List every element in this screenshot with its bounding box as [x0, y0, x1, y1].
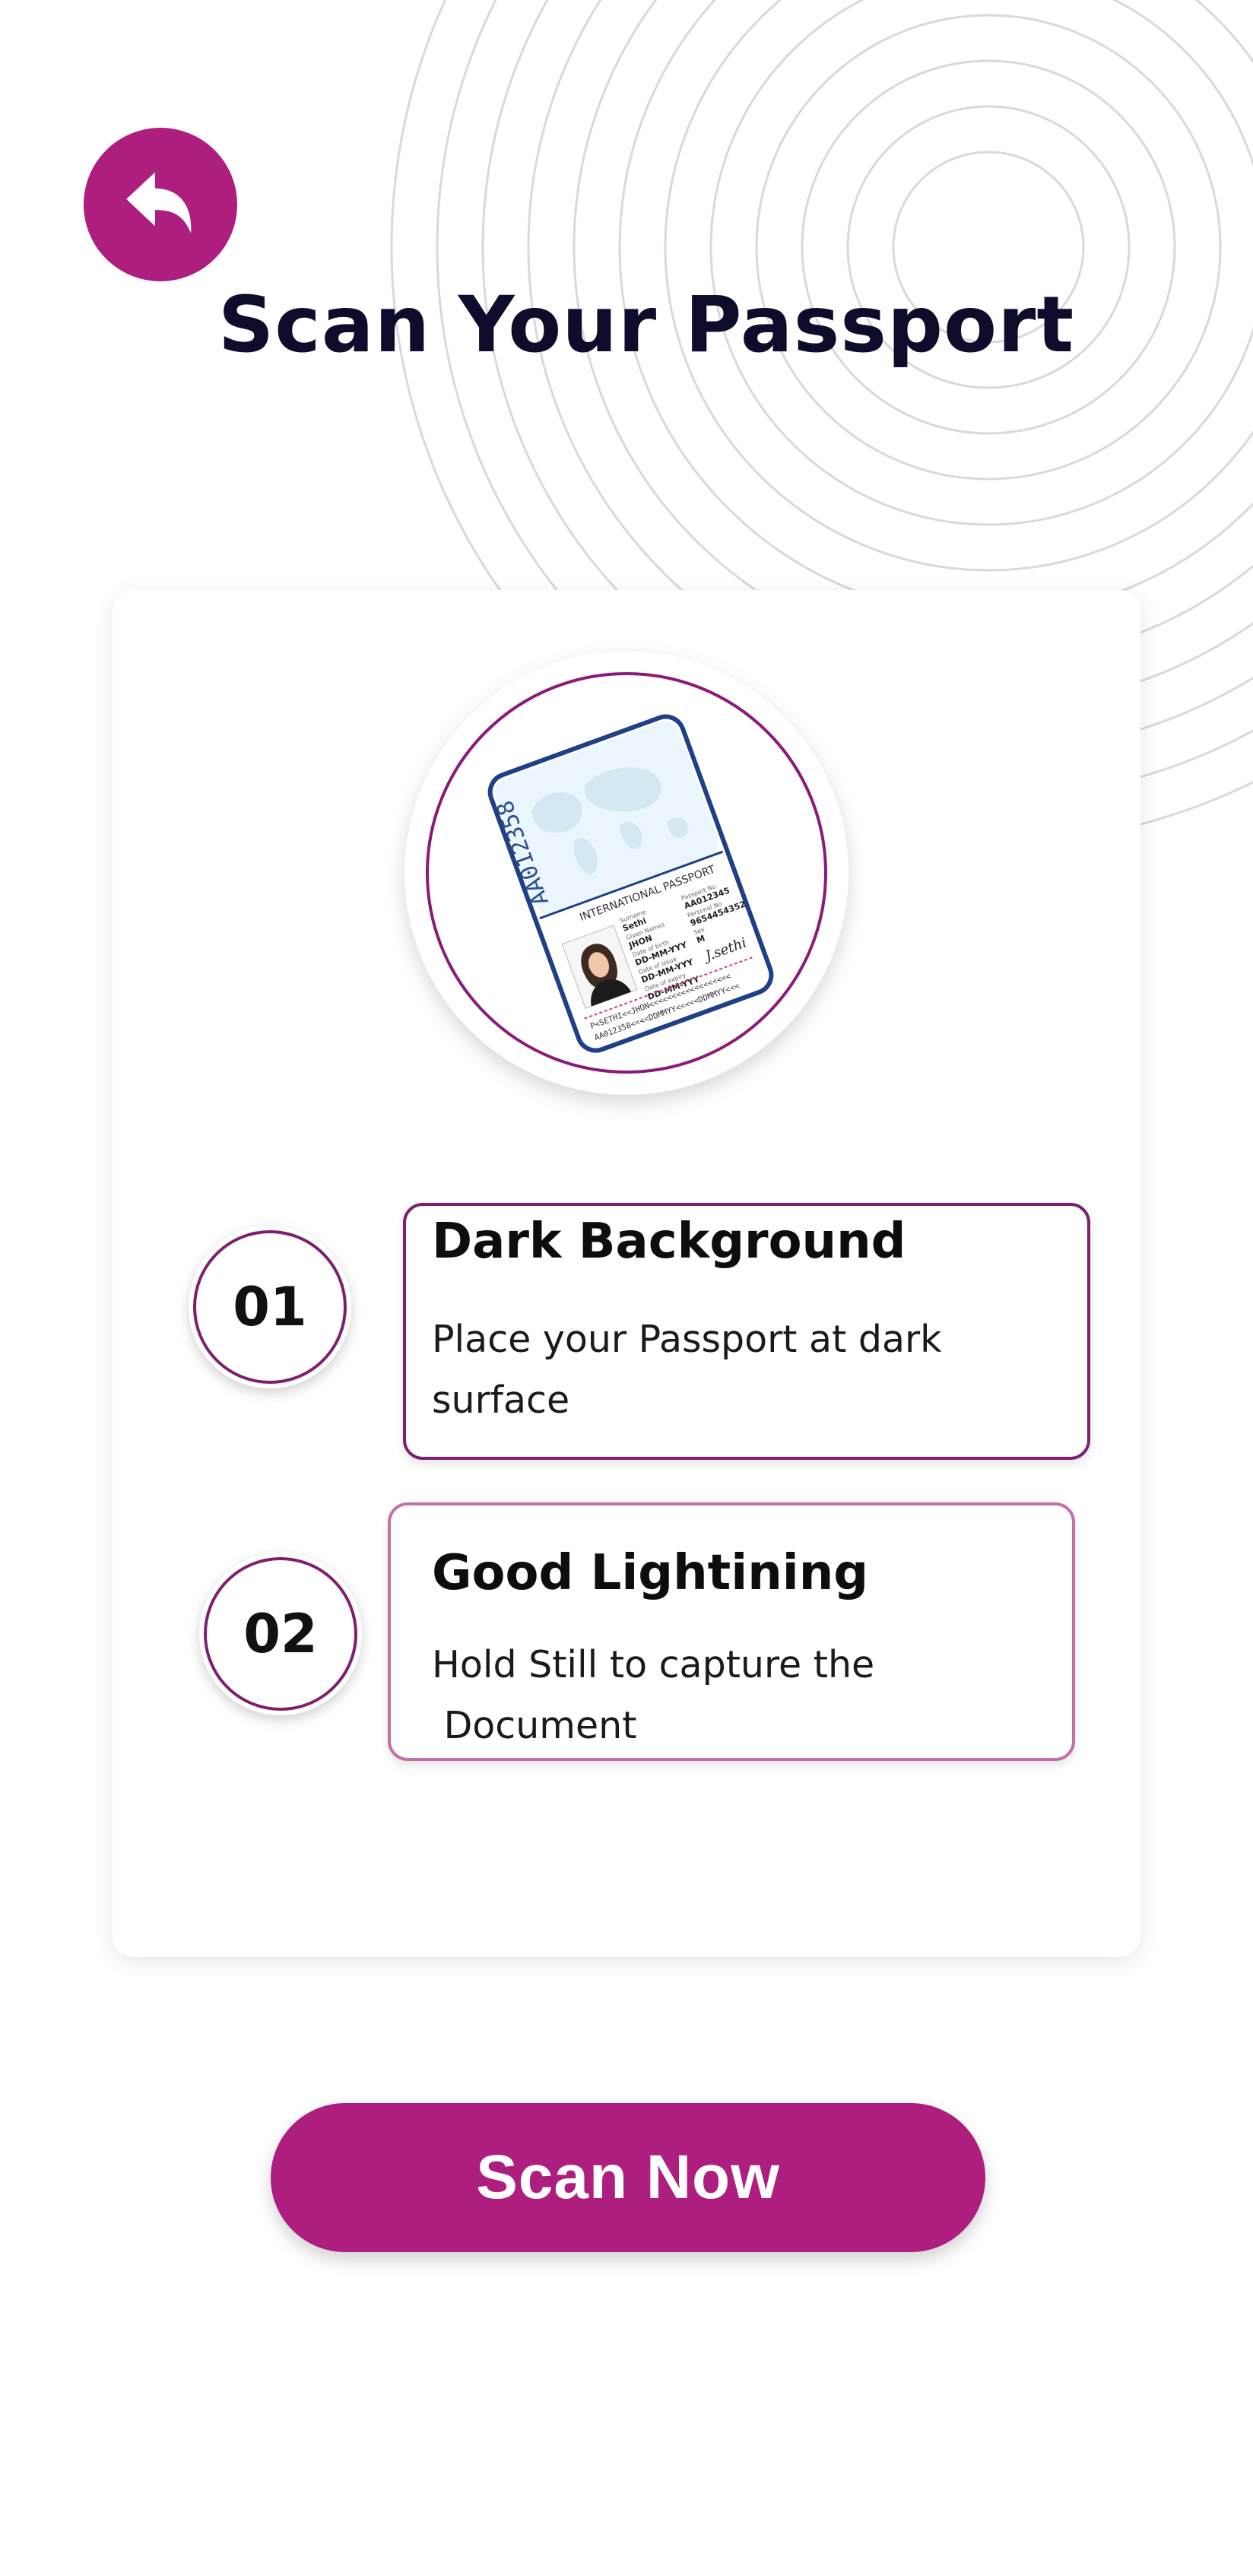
back-arrow-icon	[126, 172, 192, 233]
step-1-card: Dark Background Place your Passport at d…	[403, 1203, 1090, 1460]
step-title: Dark Background	[432, 1213, 906, 1270]
step-number: 01	[233, 1276, 307, 1338]
passport-illustration: INTERNATIONAL PASSPORT AA012358 Surname …	[426, 672, 827, 1074]
scan-now-button[interactable]: Scan Now	[271, 2103, 985, 2252]
step-description: Place your Passport at dark surface	[432, 1318, 942, 1422]
step-2-card: Good Lightining Hold Still to capture th…	[388, 1502, 1075, 1761]
step-number: 02	[243, 1603, 318, 1665]
page-title: Scan Your Passport	[217, 280, 1075, 370]
back-button[interactable]	[84, 128, 237, 281]
step-1-badge: 01	[189, 1226, 351, 1388]
passport-icon: INTERNATIONAL PASSPORT AA012358 Surname …	[487, 714, 774, 1053]
step-title: Good Lightining	[432, 1545, 869, 1601]
step-description: Hold Still to capture the Document	[432, 1643, 875, 1747]
step-2-badge: 02	[199, 1553, 362, 1715]
